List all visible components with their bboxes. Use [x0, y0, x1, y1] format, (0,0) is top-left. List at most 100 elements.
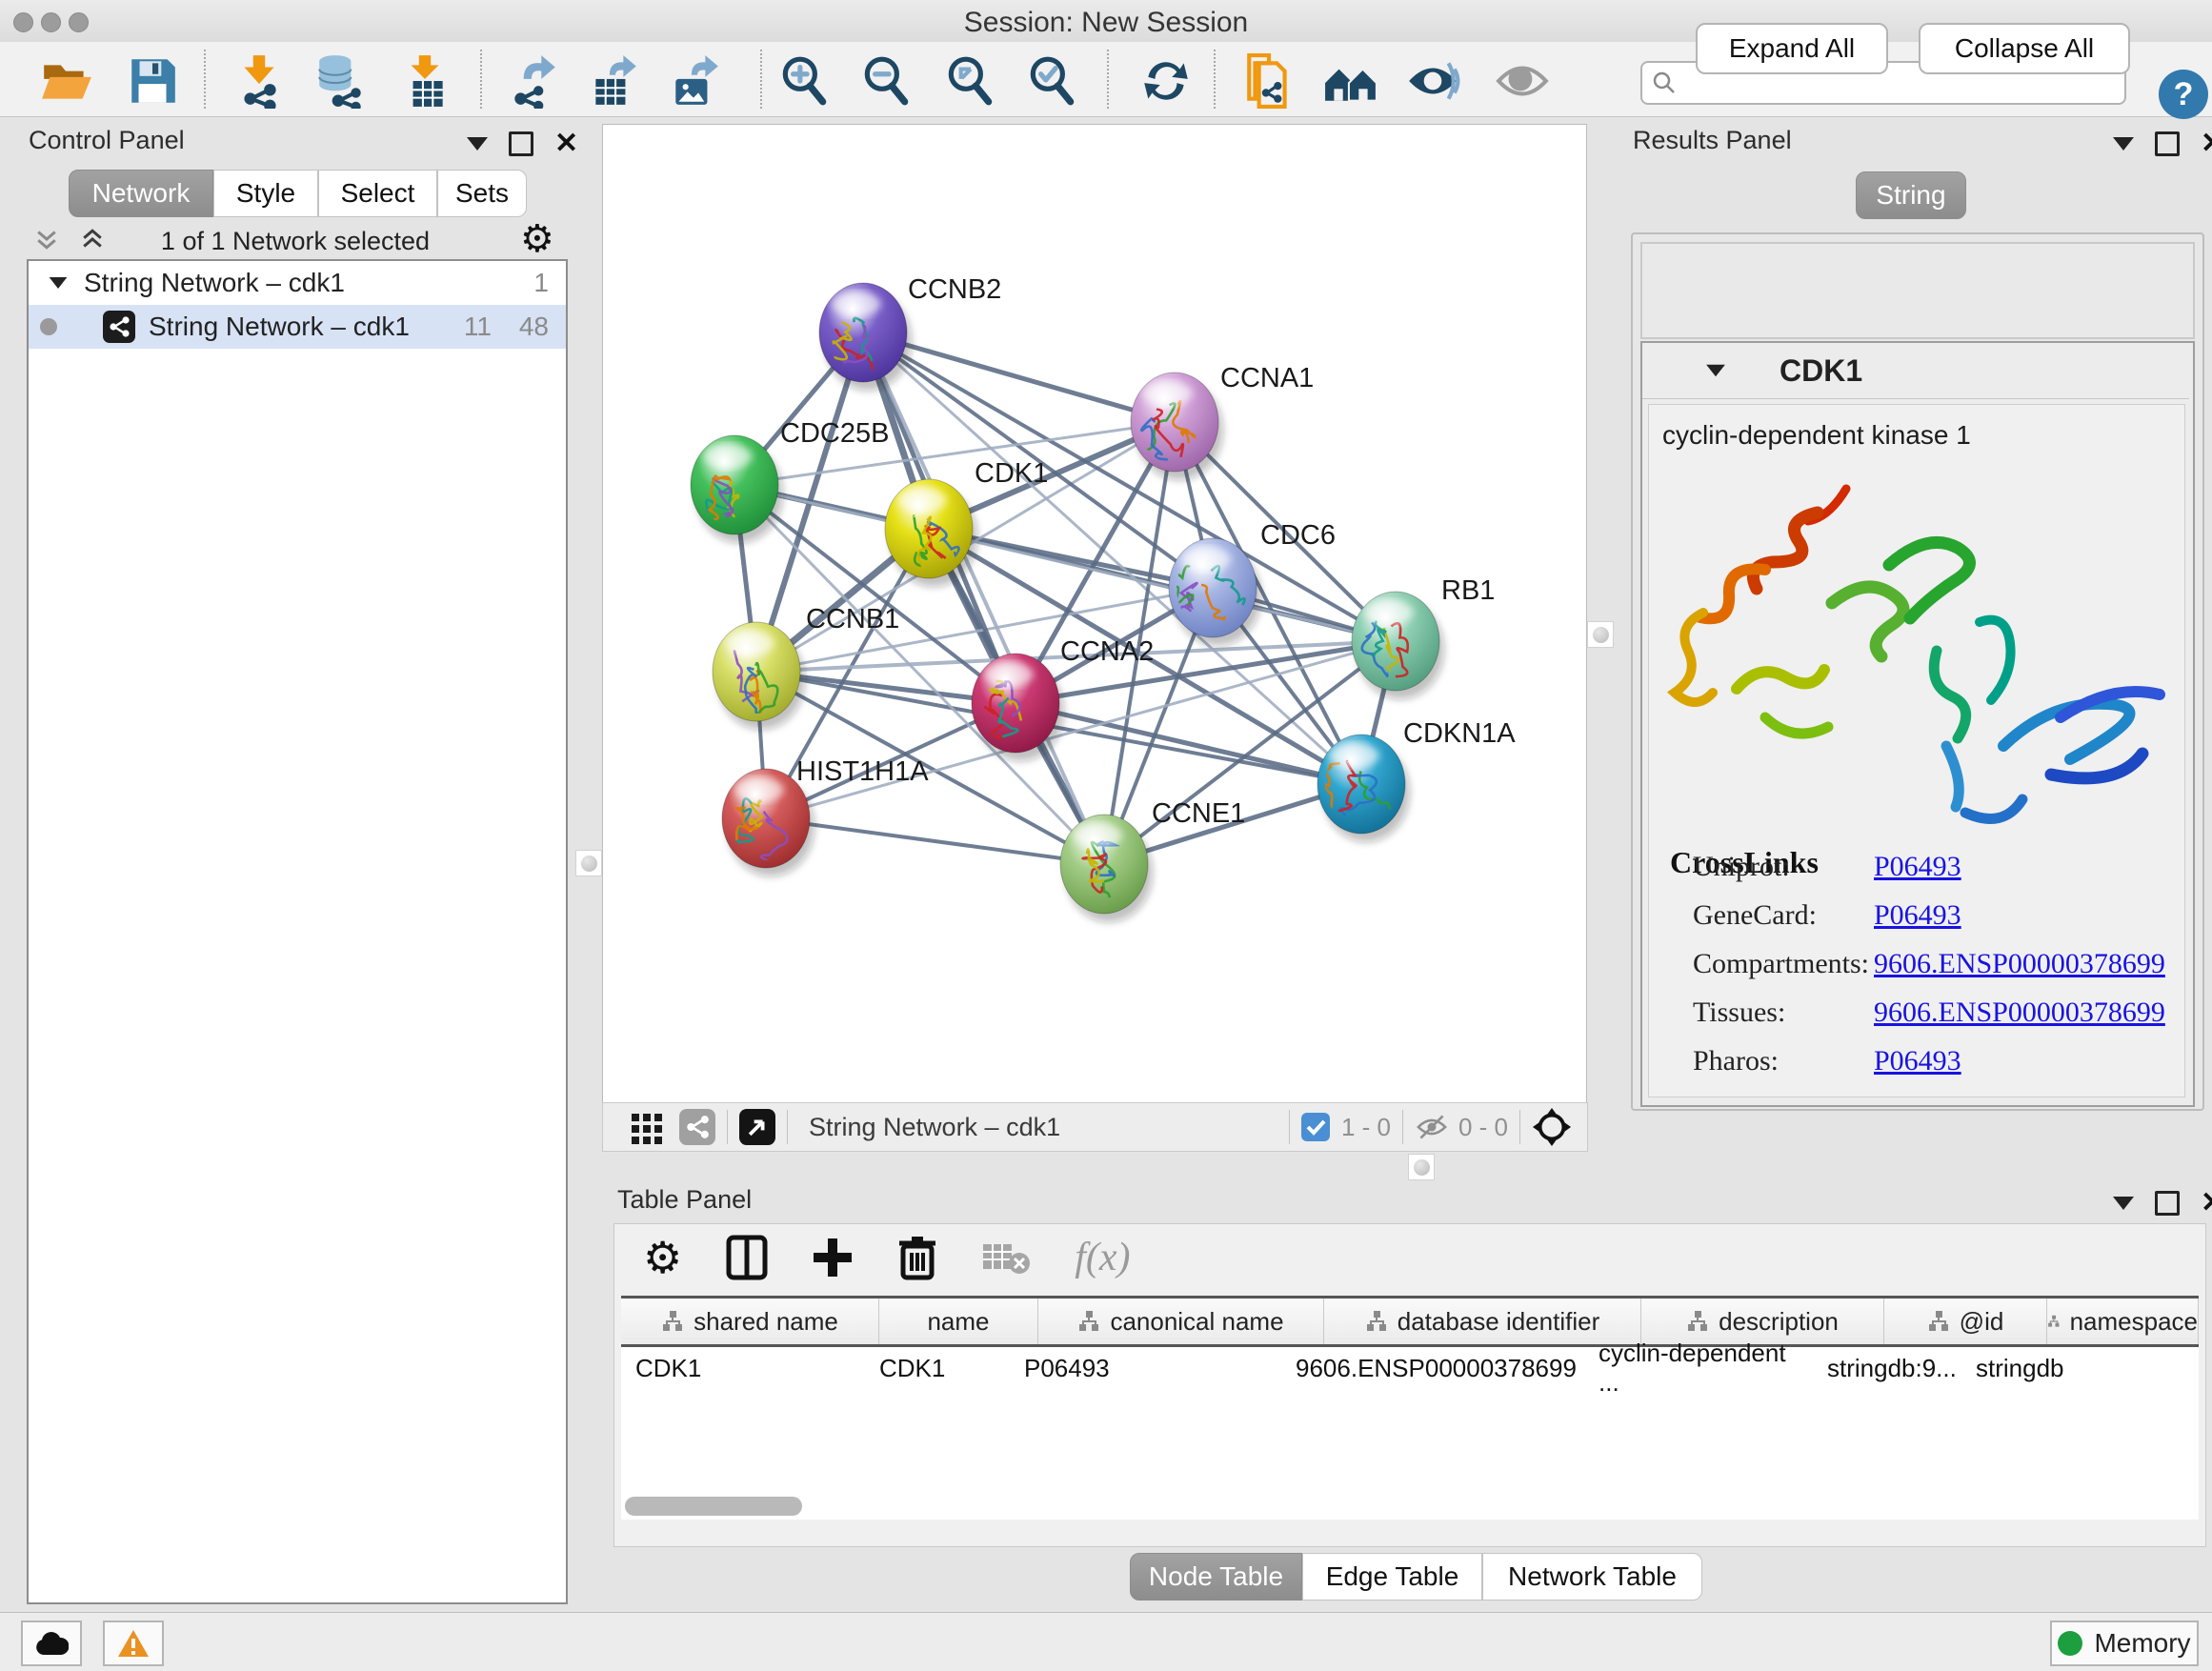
export-image-icon[interactable] — [665, 50, 726, 111]
network-view-icon[interactable] — [679, 1109, 715, 1145]
import-table-icon[interactable] — [394, 50, 455, 111]
node-CDKN1A[interactable] — [1317, 735, 1410, 842]
collapse-all-button[interactable]: Collapse All — [1919, 23, 2130, 74]
expand-all-icon[interactable] — [78, 225, 107, 253]
hide-graphics-details-icon[interactable] — [1402, 50, 1463, 111]
node-CCNB2[interactable] — [819, 283, 912, 391]
export-network-icon[interactable] — [503, 50, 564, 111]
node-CDK1[interactable] — [885, 479, 977, 587]
collapse-all-icon[interactable] — [32, 225, 61, 253]
node-count: 11 — [464, 312, 492, 342]
fit-selected-icon[interactable] — [1532, 1107, 1572, 1147]
tab-edge-table[interactable]: Edge Table — [1302, 1553, 1482, 1601]
table-cell[interactable]: P06493 — [1010, 1347, 1281, 1389]
float-panel-icon[interactable] — [509, 131, 533, 156]
float-panel-icon[interactable] — [2155, 131, 2180, 156]
import-network-database-icon[interactable] — [311, 50, 372, 111]
zoom-out-icon[interactable] — [855, 50, 916, 111]
expand-all-button[interactable]: Expand All — [1696, 23, 1888, 74]
column-header-name[interactable]: name — [879, 1299, 1038, 1344]
toolbar-separator — [1107, 50, 1109, 109]
show-graphics-details-icon[interactable] — [1492, 50, 1553, 111]
table-row[interactable]: CDK1CDK1P064939606.ENSP00000378699cyclin… — [621, 1347, 2199, 1389]
horizontal-scrollbar[interactable] — [625, 1497, 802, 1516]
close-panel-icon[interactable]: ✕ — [2201, 1194, 2212, 1213]
warnings-button[interactable] — [103, 1621, 164, 1666]
table-cell[interactable]: cyclin-dependent ... — [1584, 1347, 1813, 1389]
crosslink-link[interactable]: P06493 — [1874, 899, 1961, 932]
export-table-icon[interactable] — [583, 50, 644, 111]
close-panel-icon[interactable]: ✕ — [2201, 134, 2212, 153]
column-header-canonical-name[interactable]: canonical name — [1038, 1299, 1324, 1344]
node-CCNE1[interactable] — [1060, 815, 1153, 922]
column-header-description[interactable]: description — [1641, 1299, 1884, 1344]
tab-select[interactable]: Select — [318, 170, 437, 217]
delete-table-icon[interactable] — [981, 1238, 1031, 1277]
network-options-gear-icon[interactable]: ⚙ — [520, 217, 554, 261]
network-canvas[interactable]: CCNB2CCNA1CDC25BCDK1CDC6RB1CCNB1CCNA2CDK… — [602, 124, 1587, 1103]
cytoscape-window: Session: New Session — [0, 0, 2212, 1671]
table-tabs: Node TableEdge TableNetwork Table — [1130, 1553, 1702, 1601]
node-CCNB1[interactable] — [713, 622, 805, 730]
section-expander-icon[interactable] — [1706, 365, 1725, 377]
edge-CCNE1-HIST1H1A[interactable] — [766, 818, 1104, 864]
tab-network-table[interactable]: Network Table — [1482, 1553, 1702, 1601]
left-splitter-handle[interactable] — [575, 850, 602, 876]
table-settings-gear-icon[interactable]: ⚙ — [643, 1232, 682, 1283]
apply-layout-icon[interactable] — [1136, 50, 1196, 111]
network-collection-row[interactable]: String Network – cdk1 1 — [29, 261, 566, 305]
tab-string[interactable]: String — [1856, 171, 1966, 219]
panel-menu-icon[interactable] — [467, 137, 488, 151]
collection-label: String Network – cdk1 — [84, 268, 345, 298]
save-session-icon[interactable] — [122, 50, 183, 111]
table-cell[interactable]: stringdb:9... — [1813, 1347, 1961, 1389]
gene-section-header[interactable]: CDK1 — [1642, 343, 2189, 399]
crosslink-link[interactable]: P06493 — [1874, 1045, 1961, 1077]
help-icon[interactable]: ? — [2159, 70, 2208, 119]
node-CCNA2[interactable] — [972, 654, 1064, 761]
collection-expander-icon[interactable] — [50, 277, 68, 289]
crosslink-link[interactable]: 9606.ENSP00000378699 — [1874, 948, 2165, 980]
node-CCNA1[interactable] — [1131, 372, 1223, 480]
tab-style[interactable]: Style — [213, 170, 318, 217]
network-row-selected[interactable]: String Network – cdk1 11 48 — [29, 305, 566, 349]
node-RB1[interactable] — [1352, 592, 1444, 699]
tab-node-table[interactable]: Node Table — [1130, 1553, 1302, 1601]
control-panel-controls: ✕ — [467, 131, 578, 156]
column-header--id[interactable]: @id — [1884, 1299, 2047, 1344]
node-CDC25B[interactable] — [691, 435, 783, 543]
tab-sets[interactable]: Sets — [437, 170, 527, 217]
panel-menu-icon[interactable] — [2113, 137, 2134, 151]
delete-column-icon[interactable] — [897, 1235, 937, 1280]
table-cell[interactable]: CDK1 — [621, 1347, 865, 1389]
memory-button[interactable]: Memory — [2050, 1621, 2199, 1666]
open-file-icon[interactable] — [36, 50, 97, 111]
add-column-icon[interactable] — [812, 1237, 854, 1278]
crosslink-link[interactable]: P06493 — [1874, 851, 1961, 883]
zoom-in-icon[interactable] — [774, 50, 835, 111]
show-columns-icon[interactable] — [726, 1235, 768, 1280]
float-panel-icon[interactable] — [2155, 1191, 2180, 1216]
table-cell[interactable]: stringdb — [1961, 1347, 2099, 1389]
zoom-fit-icon[interactable] — [939, 50, 1000, 111]
import-network-file-icon[interactable] — [229, 50, 290, 111]
grid-view-icon[interactable] — [630, 1110, 664, 1144]
table-cell[interactable]: 9606.ENSP00000378699 — [1281, 1347, 1584, 1389]
copy-network-icon[interactable] — [1238, 50, 1299, 111]
zoom-selected-icon[interactable] — [1021, 50, 1082, 111]
table-cell[interactable]: CDK1 — [865, 1347, 1010, 1389]
show-all-networks-icon[interactable] — [1320, 50, 1381, 111]
cloud-status-button[interactable] — [21, 1621, 82, 1666]
column-header-namespace[interactable]: namespace — [2047, 1299, 2199, 1344]
bottom-splitter-handle[interactable] — [1408, 1154, 1435, 1180]
control-panel-tabs: NetworkStyleSelectSets — [69, 170, 527, 217]
tab-network[interactable]: Network — [69, 170, 213, 217]
panel-menu-icon[interactable] — [2113, 1197, 2134, 1210]
crosslink-link[interactable]: 9606.ENSP00000378699 — [1874, 997, 2165, 1029]
column-header-database-identifier[interactable]: database identifier — [1324, 1299, 1641, 1344]
birds-eye-view-icon[interactable] — [739, 1109, 775, 1145]
column-header-shared-name[interactable]: shared name — [621, 1299, 879, 1344]
selected-count-checkbox-icon[interactable] — [1301, 1113, 1330, 1141]
right-splitter-handle[interactable] — [1587, 621, 1614, 648]
close-panel-icon[interactable]: ✕ — [554, 134, 578, 153]
